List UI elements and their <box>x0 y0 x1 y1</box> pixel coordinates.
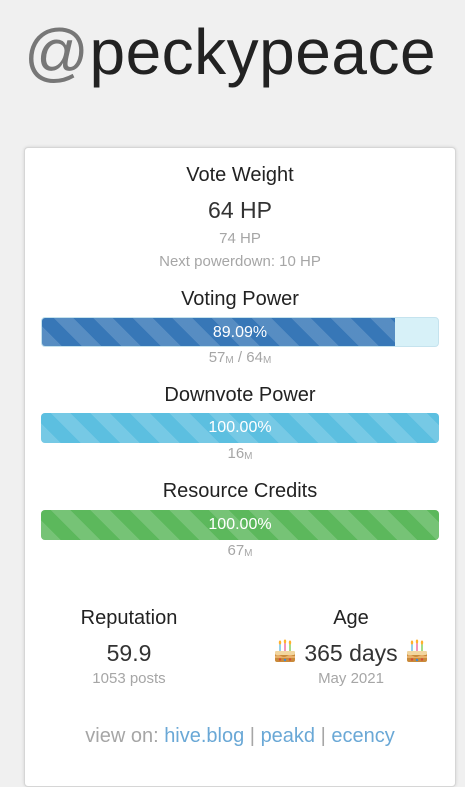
view-on-links: view on: hive.blog | peakd | ecency <box>25 725 455 748</box>
voting-power-max-unit: M <box>262 355 272 366</box>
link-separator: | <box>315 725 332 747</box>
peakd-link[interactable]: peakd <box>261 725 316 747</box>
birthday-cake-icon <box>404 638 430 670</box>
vote-weight-title: Vote Weight <box>186 164 294 186</box>
voting-power-max: 64 <box>246 349 263 366</box>
age-since: May 2021 <box>318 670 384 687</box>
at-sign: @ <box>24 16 90 88</box>
voting-power-title: Voting Power <box>181 288 299 310</box>
voting-power-separator: / <box>233 349 247 366</box>
view-on-prefix: view on: <box>85 725 165 747</box>
hive-blog-link[interactable]: hive.blog <box>164 725 244 747</box>
downvote-power-unit: M <box>244 451 253 462</box>
voting-power-unit: M <box>225 355 234 366</box>
age-value-row: 365 days <box>237 638 465 670</box>
resource-credits-title: Resource Credits <box>162 480 318 502</box>
vote-weight-value: 64 HP <box>208 197 272 223</box>
downvote-power-mana: 16M <box>25 445 455 462</box>
ecency-link[interactable]: ecency <box>331 725 394 747</box>
downvote-power-title: Downvote Power <box>164 384 316 406</box>
next-powerdown: Next powerdown: 10 HP <box>159 253 321 270</box>
voting-power-percent: 89.09% <box>212 324 268 341</box>
age-title: Age <box>333 607 369 629</box>
resource-credits-percent: 100.00% <box>208 516 272 533</box>
downvote-power-current: 16 <box>227 445 245 462</box>
age-value: 365 days <box>304 640 398 666</box>
birthday-cake-icon <box>272 638 298 670</box>
resource-credits-mana: 67M <box>25 542 455 559</box>
account-stats-card: Vote Weight 64 HP 74 HP Next powerdown: … <box>24 147 456 787</box>
reputation-title: Reputation <box>80 607 178 629</box>
reputation-posts: 1053 posts <box>92 670 166 687</box>
downvote-power-percent: 100.00% <box>208 419 272 436</box>
voting-power-bar: 89.09% <box>41 317 439 347</box>
vote-weight-secondary: 74 HP <box>219 230 261 247</box>
voting-power-current: 57 <box>208 349 226 366</box>
username: peckypeace <box>89 16 437 88</box>
downvote-power-bar: 100.00% <box>41 413 439 443</box>
voting-power-mana: 57M / 64M <box>25 349 455 366</box>
resource-credits-current: 67 <box>227 542 245 559</box>
resource-credits-bar: 100.00% <box>41 510 439 540</box>
resource-credits-unit: M <box>244 548 253 559</box>
username-heading: @peckypeace <box>24 14 436 90</box>
link-separator: | <box>244 725 261 747</box>
reputation-value: 59.9 <box>106 640 152 666</box>
